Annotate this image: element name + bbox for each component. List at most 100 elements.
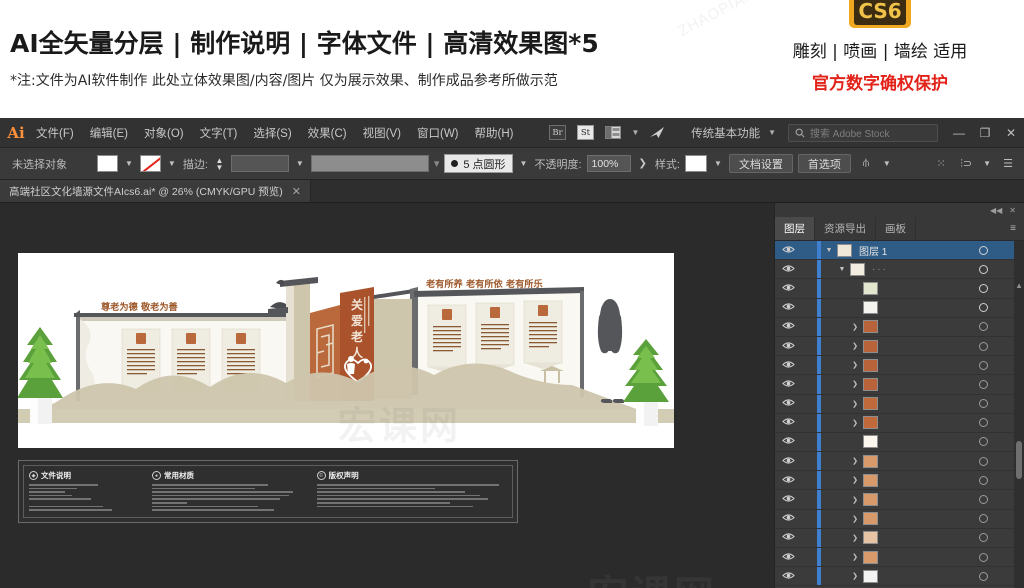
tab-layers[interactable]: 图层 — [775, 217, 815, 240]
fill-chevron-down-icon[interactable]: ▼ — [123, 159, 135, 168]
layer-row[interactable]: ❯ — [775, 548, 1014, 568]
layer-row[interactable]: ❯ — [775, 471, 1014, 491]
layer-target-indicator[interactable] — [979, 264, 988, 274]
eye-icon[interactable] — [775, 552, 801, 563]
layer-target-indicator[interactable] — [979, 245, 988, 255]
canvas-area[interactable]: 宏课网 宏课网 尊老为德 敬老为善 — [0, 203, 774, 588]
eye-icon[interactable] — [775, 456, 801, 467]
tab-artboards[interactable]: 画板 — [876, 217, 916, 240]
chevron-down-icon[interactable]: ❯ — [847, 361, 863, 369]
style-chevron-down-icon[interactable]: ▼ — [712, 159, 724, 168]
eye-icon[interactable] — [775, 360, 801, 371]
eye-icon[interactable] — [775, 436, 801, 447]
chevron-down-icon[interactable]: ❯ — [847, 342, 863, 350]
eye-icon[interactable] — [775, 245, 801, 256]
tab-asset-export[interactable]: 资源导出 — [815, 217, 876, 240]
layer-row[interactable]: ❯ — [775, 528, 1014, 548]
file-info-strip[interactable]: ◆ 文件说明 ● 常用材质 © 版权声明 — [18, 460, 518, 523]
workspace-chevron-down-icon[interactable]: ▼ — [764, 128, 780, 137]
distribute-icon[interactable]: ⫶⊃ — [956, 157, 976, 171]
menu-effect[interactable]: 效果(C) — [300, 121, 355, 145]
layer-target-indicator[interactable] — [979, 475, 988, 485]
window-close-button[interactable]: ✕ — [998, 123, 1024, 143]
align-icon[interactable]: ⁙ — [931, 157, 951, 170]
panel-close-icon[interactable]: ✕ — [1009, 206, 1016, 215]
brush-definition-select[interactable]: 5 点圆形 — [444, 154, 513, 173]
chevron-down-icon[interactable]: ▼ — [834, 266, 850, 273]
eye-icon[interactable] — [775, 571, 801, 582]
eye-icon[interactable] — [775, 398, 801, 409]
chevron-down-icon[interactable]: ❯ — [847, 515, 863, 523]
graphic-style-swatch[interactable] — [684, 155, 707, 172]
chevron-down-icon[interactable]: ❯ — [847, 553, 863, 561]
layer-target-indicator[interactable] — [979, 322, 988, 332]
layers-scrollbar-thumb[interactable] — [1016, 441, 1022, 479]
layer-row[interactable]: ❯ — [775, 413, 1014, 433]
stroke-weight-input[interactable] — [230, 155, 289, 172]
align-chevron-down-icon[interactable]: ▼ — [981, 159, 993, 168]
layer-row[interactable]: ❯ — [775, 452, 1014, 472]
chevron-down-icon[interactable]: ❯ — [847, 323, 863, 331]
layer-row[interactable]: ▼ ··· — [775, 260, 1014, 280]
layer-target-indicator[interactable] — [979, 303, 988, 313]
stroke-weight-chevron-down-icon[interactable]: ▼ — [294, 159, 306, 168]
window-minimize-button[interactable]: — — [946, 123, 972, 143]
layer-row[interactable]: ❯ — [775, 567, 1014, 587]
artboard[interactable]: 尊老为德 敬老为善 关爱老人 老有所养 老有所依 老有所乐 宏课网 — [18, 253, 674, 448]
layer-row[interactable]: ❯ — [775, 375, 1014, 395]
layer-target-indicator[interactable] — [979, 456, 988, 466]
layer-target-indicator[interactable] — [979, 514, 988, 524]
bridge-icon[interactable]: Br — [547, 124, 567, 142]
menu-edit[interactable]: 编辑(E) — [82, 121, 136, 145]
chevron-down-icon[interactable]: ❯ — [847, 380, 863, 388]
layer-target-indicator[interactable] — [979, 379, 988, 389]
stroke-chevron-down-icon[interactable]: ▼ — [166, 159, 178, 168]
menu-view[interactable]: 视图(V) — [355, 121, 409, 145]
arrange-chevron-down-icon[interactable]: ▼ — [627, 128, 643, 137]
layer-row[interactable] — [775, 298, 1014, 318]
behance-icon[interactable] — [647, 124, 667, 142]
layer-target-indicator[interactable] — [979, 341, 988, 351]
eye-icon[interactable] — [775, 532, 801, 543]
chevron-down-icon[interactable]: ❯ — [847, 457, 863, 465]
eye-icon[interactable] — [775, 283, 801, 294]
chevron-down-icon[interactable]: ▼ — [821, 247, 837, 254]
layer-row[interactable]: ❯ — [775, 356, 1014, 376]
menu-window[interactable]: 窗口(W) — [409, 121, 467, 145]
layer-row[interactable]: ❯ — [775, 394, 1014, 414]
menu-help[interactable]: 帮助(H) — [467, 121, 522, 145]
chevron-down-icon[interactable]: ❯ — [847, 534, 863, 542]
brush-chevron-down-icon[interactable]: ▼ — [518, 159, 530, 168]
layer-row[interactable] — [775, 279, 1014, 299]
eye-icon[interactable] — [775, 475, 801, 486]
layer-row[interactable]: ❯ — [775, 317, 1014, 337]
layer-target-indicator[interactable] — [979, 360, 988, 370]
eye-icon[interactable] — [775, 494, 801, 505]
window-restore-button[interactable]: ❐ — [972, 123, 998, 143]
arrange-documents-icon[interactable] — [603, 124, 623, 142]
chevron-down-icon[interactable]: ❯ — [847, 419, 863, 427]
layer-target-indicator[interactable] — [979, 571, 988, 581]
transform-chevron-down-icon[interactable]: ▼ — [881, 159, 893, 168]
eye-icon[interactable] — [775, 417, 801, 428]
opacity-input[interactable]: 100% — [586, 155, 631, 172]
eye-icon[interactable] — [775, 321, 801, 332]
transform-icon[interactable]: ⫛ — [856, 157, 876, 170]
layer-row[interactable]: ❯ — [775, 490, 1014, 510]
layer-row[interactable]: ❯ — [775, 509, 1014, 529]
eye-icon[interactable] — [775, 302, 801, 313]
stroke-weight-stepper[interactable]: ▲ ▼ — [213, 155, 226, 173]
layer-target-indicator[interactable] — [979, 552, 988, 562]
scroll-up-icon[interactable]: ▲ — [1015, 281, 1023, 290]
eye-icon[interactable] — [775, 264, 801, 275]
fill-color-swatch[interactable] — [97, 155, 118, 172]
layer-row[interactable]: ▼ 图层 1 — [775, 241, 1014, 261]
menu-file[interactable]: 文件(F) — [28, 121, 82, 145]
opacity-expand-icon[interactable]: ❯ — [636, 158, 650, 169]
menu-type[interactable]: 文字(T) — [192, 121, 246, 145]
document-tab-close-icon[interactable]: ✕ — [292, 185, 301, 198]
layer-target-indicator[interactable] — [979, 533, 988, 543]
chevron-down-icon[interactable]: ❯ — [847, 476, 863, 484]
layer-target-indicator[interactable] — [979, 495, 988, 505]
chevron-down-icon[interactable]: ❯ — [847, 400, 863, 408]
